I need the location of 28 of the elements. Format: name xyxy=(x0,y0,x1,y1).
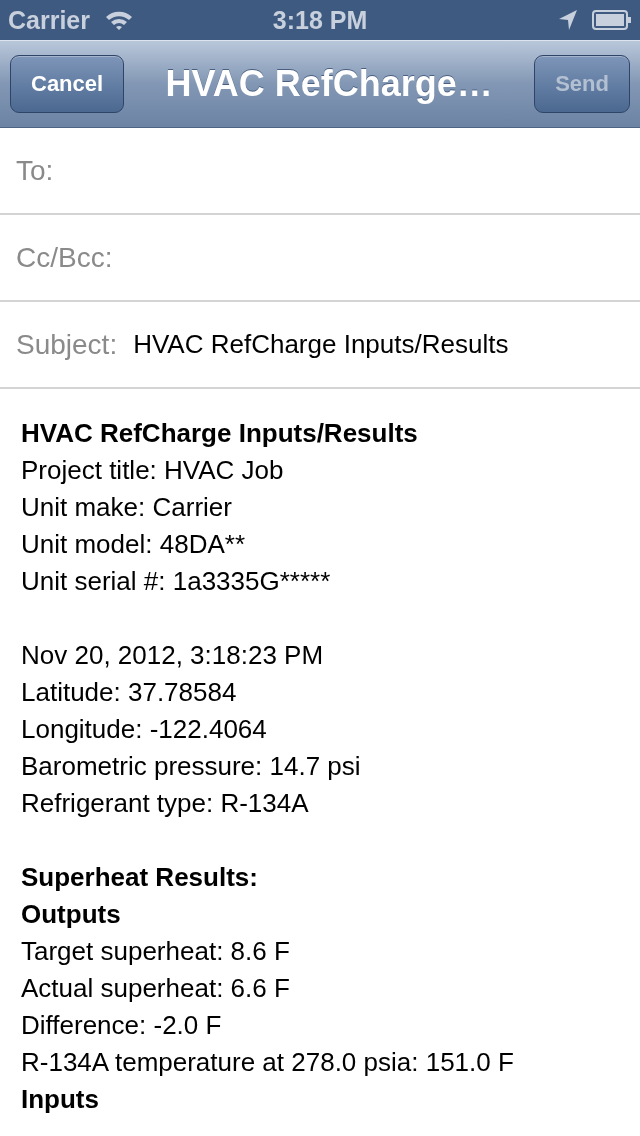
message-heading: Superheat Results: xyxy=(21,861,259,894)
location-arrow-icon xyxy=(558,9,578,31)
message-heading: Outputs xyxy=(21,898,122,931)
navigation-title: HVAC RefCharge… xyxy=(165,63,493,105)
cancel-button[interactable]: Cancel xyxy=(10,55,125,113)
message-heading: HVAC RefCharge Inputs/Results xyxy=(21,417,419,450)
message-line: Refrigerant type: R-134A xyxy=(21,787,310,820)
message-line: Unit model: 48DA** xyxy=(21,528,246,561)
field-label: Subject: xyxy=(16,328,118,361)
wifi-icon xyxy=(104,9,134,31)
carrier-name: Carrier xyxy=(8,5,90,35)
status-time: 3:18 PM xyxy=(272,5,368,35)
message-line: Unit make: Carrier xyxy=(21,491,233,524)
battery-icon xyxy=(592,10,632,30)
message-line: Actual superheat: 6.6 F xyxy=(21,972,291,1005)
message-line: Barometric pressure: 14.7 psi xyxy=(21,750,362,783)
message-line: Latitude: 37.78584 xyxy=(21,676,238,709)
message-line: Project title: HVAC Job xyxy=(21,454,285,487)
message-line: Longitude: -122.4064 xyxy=(21,713,268,746)
message-line: Nov 20, 2012, 3:18:23 PM xyxy=(21,639,325,672)
subject-field[interactable]: HVAC RefCharge Inputs/Results xyxy=(133,329,509,360)
message-heading: Inputs xyxy=(21,1083,100,1116)
field-label: Cc/Bcc: xyxy=(16,241,113,274)
field-label: To: xyxy=(16,154,54,187)
message-line: Target superheat: 8.6 F xyxy=(21,935,291,968)
message-line: Unit serial #: 1a3335G***** xyxy=(21,565,332,598)
message-line: Difference: -2.0 F xyxy=(21,1009,223,1042)
message-line: R-134A temperature at 278.0 psia: 151.0 F xyxy=(21,1046,515,1079)
